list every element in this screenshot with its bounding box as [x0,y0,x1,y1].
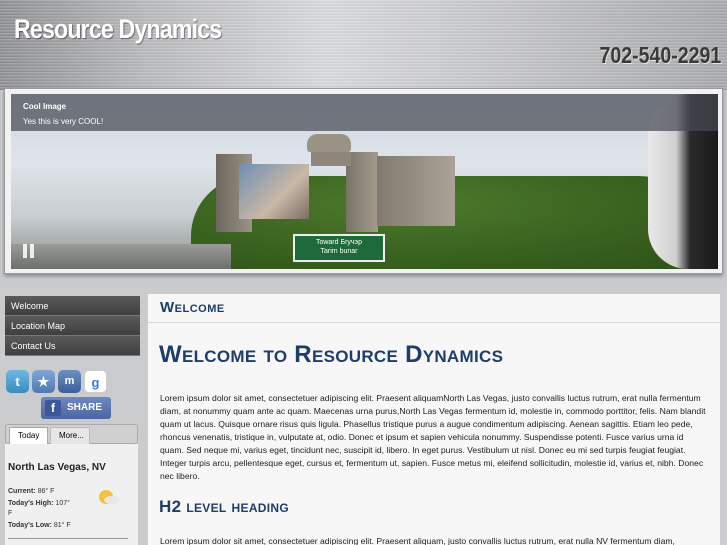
weather-current: Current: 86° F [8,488,54,495]
high-label: Today's High: [8,500,54,507]
tab-today[interactable]: Today [9,427,49,444]
sidebar: Welcome Location Map Contact Us t ★ m g … [5,296,140,545]
low-label: Today's Low: [8,522,52,529]
facebook-icon: f [45,400,61,416]
weather-low: Today's Low: 81° F [8,522,71,529]
slide-image[interactable]: Toward Бrучэp Tarim bunar Cool Image Yes… [11,94,718,269]
weather-high-unit: F [8,510,13,517]
nav-item-location-map[interactable]: Location Map [5,316,140,336]
weather-widget: North Las Vegas, NV Current: 86° F Today… [5,444,138,545]
tower-bridge [311,152,351,166]
google-icon[interactable]: g [84,370,107,393]
current-value: 86° F [37,488,55,495]
road-sign: Toward Бrучэp Tarim bunar [293,234,385,262]
page-heading: Welcome to Resource Dynamics [159,341,504,368]
caption-title: Cool Image [23,102,67,111]
section-title: Welcome [160,299,225,316]
weather-tabs: Today More... [5,424,138,444]
phone-number: 702-540-2291 [599,42,721,68]
sign-line-2: Tarim bunar [320,248,358,255]
second-paragraph: Lorem ipsum dolor sit amet, consectetuer… [160,536,675,545]
facebook-share-button[interactable]: f SHARE [41,397,111,419]
sign-line-1: Toward Бrучэp [315,239,363,246]
slide-caption: Cool Image Yes this is very COOL! [11,94,718,131]
subheading: H2 level heading [159,497,289,516]
site-header: Resource Dynamics 702-540-2291 [0,0,727,90]
title-divider [148,322,720,323]
office-building [377,156,455,226]
sunny-icon [99,490,120,504]
pause-icon[interactable] [23,244,35,258]
weather-high: Today's High: 107° [8,500,70,507]
myspace-icon[interactable]: m [58,370,81,393]
weather-city: North Las Vegas, NV [8,462,106,473]
main-content: Welcome Welcome to Resource Dynamics Lor… [147,294,720,545]
high-value: 107° [55,500,70,507]
share-label: SHARE [67,402,103,413]
site-title[interactable]: Resource Dynamics [14,14,222,45]
nav-item-welcome[interactable]: Welcome [5,296,140,316]
billboard [239,164,309,219]
current-label: Current: [8,488,36,495]
tab-more[interactable]: More... [50,427,90,444]
twitter-icon[interactable]: t [6,370,29,393]
weather-divider [8,538,128,539]
low-value: 81° F [53,522,71,529]
favorites-star-icon[interactable]: ★ [32,370,55,393]
tower-top [307,134,351,152]
caption-text: Yes this is very COOL! [23,117,104,126]
nav-item-contact-us[interactable]: Contact Us [5,336,140,356]
road-scenery [11,244,231,269]
slideshow: Toward Бrучэp Tarim bunar Cool Image Yes… [4,88,723,274]
social-links: t ★ m g f SHARE [5,370,140,422]
intro-paragraph: Lorem ipsum dolor sit amet, consectetuer… [160,393,706,481]
